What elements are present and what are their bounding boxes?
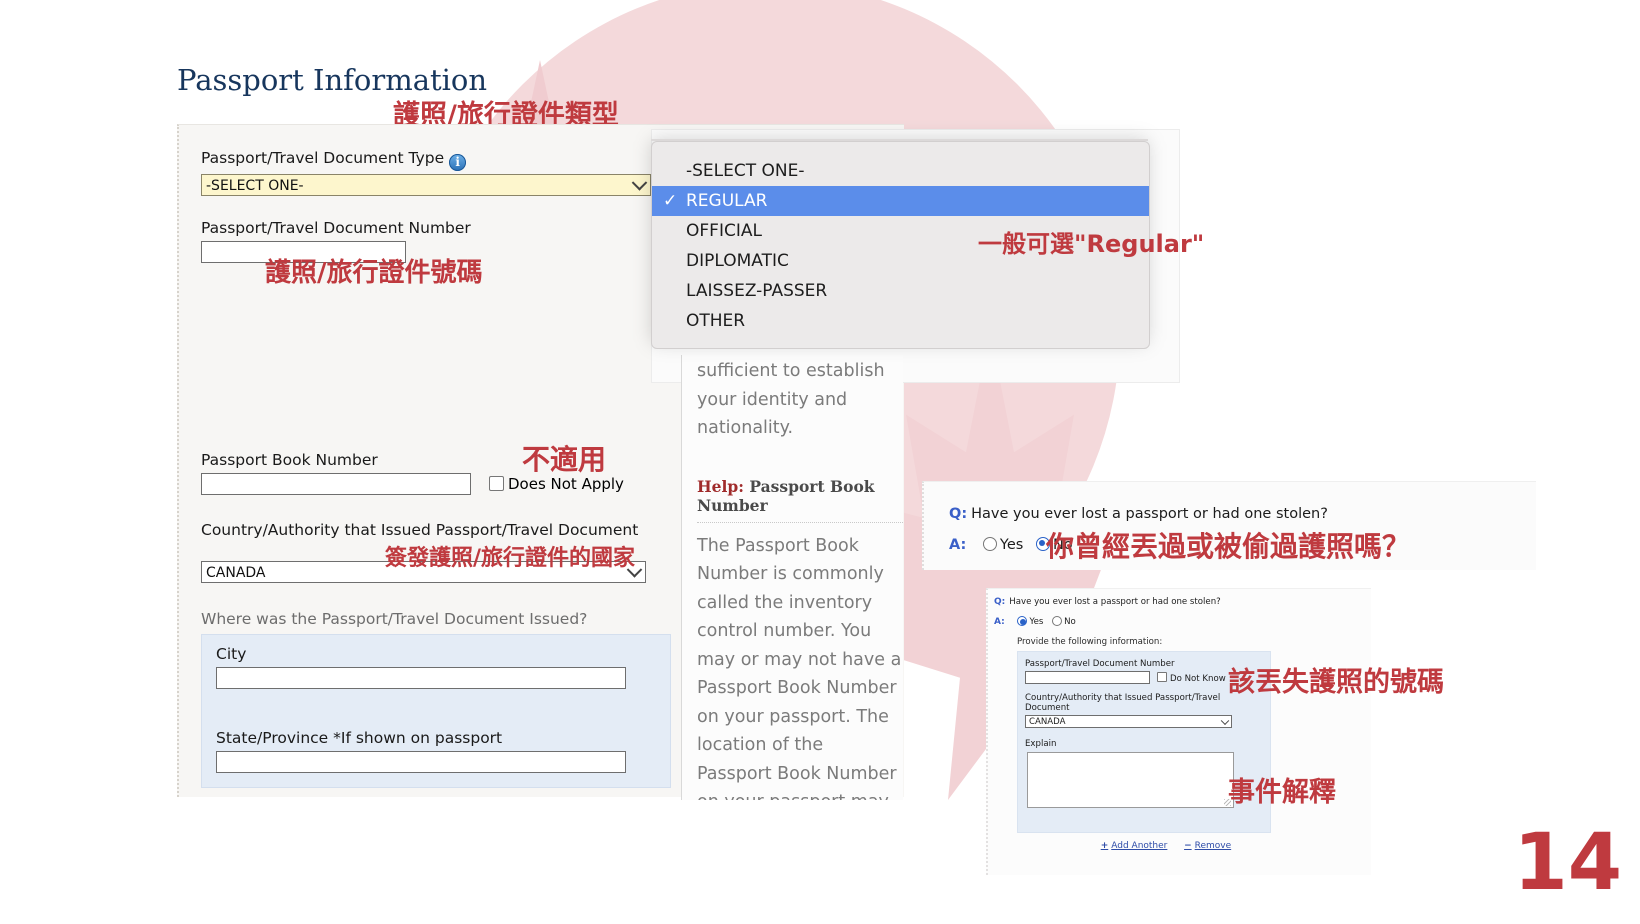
detail-question: Q: Have you ever lost a passport or had o… xyxy=(994,597,1221,607)
dropdown-option[interactable]: LAISSEZ-PASSER xyxy=(652,276,1149,306)
detail-answer: A: Yes No xyxy=(994,616,1076,627)
chevron-down-icon xyxy=(1220,716,1230,725)
slide-canvas: Passport Information 護照/旅行證件類型 Passport/… xyxy=(0,0,1640,924)
where-issued-box: City State/Province *If shown on passpor… xyxy=(201,634,671,788)
help-tail-text: sufficient to establish your identity an… xyxy=(697,361,885,438)
issuing-country-label: Country/Authority that Issued Passport/T… xyxy=(201,521,639,539)
detail-provide-label: Provide the following information: xyxy=(1017,637,1163,647)
doc-type-label: Passport/Travel Document Type i xyxy=(201,149,651,171)
annotation-issuing-country: 簽發護照/旅行證件的國家 xyxy=(385,546,636,571)
where-issued-group: Where was the Passport/Travel Document I… xyxy=(201,610,671,788)
detail-country-select[interactable]: CANADA xyxy=(1025,715,1232,728)
doc-number-label: Passport/Travel Document Number xyxy=(201,219,471,237)
dropdown-option[interactable]: -SELECT ONE- xyxy=(652,156,1149,186)
detail-actions: + Add Another − Remove xyxy=(988,841,1371,851)
detail-radio-no[interactable]: No xyxy=(1046,616,1076,627)
dropdown-option[interactable]: ✓ REGULAR xyxy=(652,186,1149,216)
help-heading: Help: Passport Book Number xyxy=(697,476,875,515)
help-divider xyxy=(681,355,682,800)
help-separator xyxy=(697,521,903,523)
help-body-text: The Passport Book Number is commonly cal… xyxy=(697,535,902,801)
checkbox-icon xyxy=(489,476,504,491)
annotation-lost-question: 你曾經丟過或被偷過護照嗎？ xyxy=(1046,530,1411,563)
annotation-lost-number: 該丟失護照的號碼 xyxy=(1228,667,1444,698)
detail-doc-number-input[interactable] xyxy=(1025,671,1150,684)
annotation-explain: 事件解釋 xyxy=(1228,777,1336,808)
doc-type-select[interactable]: -SELECT ONE- xyxy=(201,174,651,196)
annotation-not-applicable: 不適用 xyxy=(522,443,607,476)
radio-yes[interactable]: Yes xyxy=(975,537,1023,553)
state-label: State/Province *If shown on passport xyxy=(216,729,503,747)
city-label: City xyxy=(216,645,247,663)
radio-icon xyxy=(982,537,997,551)
help-panel: sufficient to establish your identity an… xyxy=(681,355,903,800)
dropdown-option-label: DIPLOMATIC xyxy=(686,251,789,271)
page-title: Passport Information xyxy=(177,63,488,97)
check-icon: ✓ xyxy=(663,191,678,211)
radio-icon-selected xyxy=(1017,616,1028,626)
detail-radio-yes[interactable]: Yes xyxy=(1011,616,1043,627)
checkbox-icon xyxy=(1157,671,1167,682)
annotation-doc-number: 護照/旅行證件號碼 xyxy=(265,258,483,288)
annotation-regular-hint: 一般可選"Regular" xyxy=(978,230,1205,258)
book-number-input[interactable] xyxy=(201,473,471,495)
add-another-link[interactable]: + Add Another xyxy=(1101,841,1168,851)
lost-passport-detail-panel: Q: Have you ever lost a passport or had o… xyxy=(986,588,1371,875)
dropdown-option-label: LAISSEZ-PASSER xyxy=(686,281,828,301)
dropdown-option-label: REGULAR xyxy=(686,191,768,211)
dropdown-option-label: -SELECT ONE- xyxy=(686,161,805,181)
remove-link[interactable]: − Remove xyxy=(1184,841,1231,851)
dropdown-option[interactable]: OTHER xyxy=(652,306,1149,336)
dropdown-option-label: OFFICIAL xyxy=(686,221,762,241)
info-icon[interactable]: i xyxy=(449,154,467,171)
dropdown-option-label: OTHER xyxy=(686,311,746,331)
radio-icon xyxy=(1052,616,1063,626)
detail-explain-label: Explain xyxy=(1025,739,1057,749)
do-not-know-checkbox[interactable]: Do Not Know xyxy=(1157,671,1226,684)
where-issued-label: Where was the Passport/Travel Document I… xyxy=(201,610,588,628)
page-number: 14 xyxy=(1513,818,1622,908)
state-input[interactable] xyxy=(216,751,626,773)
lost-passport-question: Q: Have you ever lost a passport or had o… xyxy=(949,506,1328,522)
detail-explain-textarea[interactable] xyxy=(1027,752,1234,808)
doc-type-field: Passport/Travel Document Type i -SELECT O… xyxy=(201,149,651,196)
chevron-down-icon xyxy=(631,175,648,191)
city-input[interactable] xyxy=(216,667,626,689)
